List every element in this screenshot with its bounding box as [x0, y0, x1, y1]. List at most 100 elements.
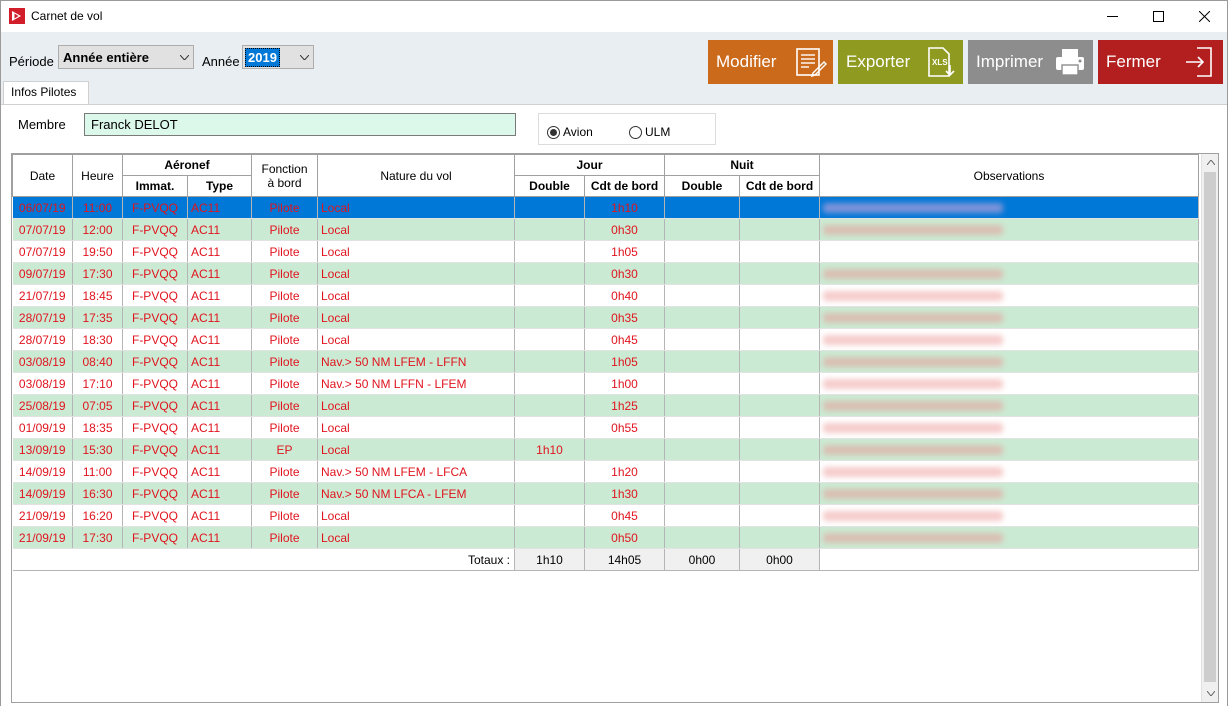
col-nuit-double[interactable]: Double: [664, 175, 740, 197]
col-fonction[interactable]: Fonction à bord: [251, 154, 318, 197]
table-row[interactable]: 21/09/19 17:30 F-PVQQ AC11 Pilote Local 0h50: [12, 526, 1199, 549]
cell-jour-cdt: 0h40: [584, 284, 665, 307]
table-row[interactable]: 06/07/19 11:00 F-PVQQ AC11 Pilote Local 1h10: [12, 196, 1199, 219]
maximize-button[interactable]: [1135, 1, 1181, 32]
redacted-observation: [823, 401, 1003, 412]
cell-nature: Local: [317, 284, 515, 307]
total-nuit-double: 0h00: [664, 548, 740, 571]
vertical-scrollbar[interactable]: [1201, 154, 1218, 702]
imprimer-button[interactable]: Imprimer: [968, 40, 1093, 84]
cell-fonction: Pilote: [251, 350, 318, 373]
col-heure[interactable]: Heure: [72, 154, 123, 197]
col-type[interactable]: Type: [187, 175, 252, 197]
table-row[interactable]: 09/07/19 17:30 F-PVQQ AC11 Pilote Local 0h30: [12, 262, 1199, 285]
radio-ulm-label: ULM: [645, 125, 671, 139]
close-window-button[interactable]: [1181, 1, 1227, 32]
cell-nuit-cdt: [739, 328, 820, 351]
cell-date: 25/08/19: [12, 394, 73, 417]
cell-jour-double: [514, 306, 585, 329]
scrollbar-thumb[interactable]: [1204, 172, 1216, 682]
cell-immat: F-PVQQ: [122, 438, 188, 461]
cell-nature: Local: [317, 438, 515, 461]
total-jour-double: 1h10: [514, 548, 585, 571]
cell-nuit-double: [664, 460, 740, 483]
cell-fonction: Pilote: [251, 262, 318, 285]
redacted-observation: [823, 313, 1003, 324]
cell-nuit-cdt: [739, 350, 820, 373]
cell-date: 07/07/19: [12, 218, 73, 241]
fermer-button[interactable]: Fermer: [1098, 40, 1223, 84]
cell-type: AC11: [187, 218, 252, 241]
col-nuit-cdt[interactable]: Cdt de bord: [739, 175, 820, 197]
cell-fonction: Pilote: [251, 240, 318, 263]
col-nature[interactable]: Nature du vol: [317, 154, 515, 197]
redacted-observation: [823, 225, 1003, 236]
table-row[interactable]: 01/09/19 18:35 F-PVQQ AC11 Pilote Local 0h55: [12, 416, 1199, 439]
edit-document-icon: [796, 48, 827, 78]
cell-jour-cdt: 1h25: [584, 394, 665, 417]
cell-observations: [819, 504, 1199, 527]
member-field[interactable]: Franck DELOT: [84, 113, 516, 136]
cell-observations: [819, 240, 1199, 263]
cell-type: AC11: [187, 482, 252, 505]
cell-observations: [819, 460, 1199, 483]
tab-infos-pilotes[interactable]: Infos Pilotes: [3, 81, 89, 104]
table-row[interactable]: 14/09/19 16:30 F-PVQQ AC11 Pilote Nav.> 50 NM…: [12, 482, 1199, 505]
redacted-observation: [823, 379, 1003, 390]
col-date[interactable]: Date: [12, 154, 73, 197]
close-icon: [1198, 11, 1210, 22]
table-row[interactable]: 28/07/19 18:30 F-PVQQ AC11 Pilote Local 0h45: [12, 328, 1199, 351]
redacted-observation: [823, 511, 1003, 522]
table-row[interactable]: 03/08/19 17:10 F-PVQQ AC11 Pilote Nav.> 50 NM…: [12, 372, 1199, 395]
cell-heure: 15:30: [72, 438, 123, 461]
table-row[interactable]: 07/07/19 12:00 F-PVQQ AC11 Pilote Local 0h30: [12, 218, 1199, 241]
cell-heure: 19:50: [72, 240, 123, 263]
cell-nature: Local: [317, 394, 515, 417]
periode-select[interactable]: Année entière: [58, 45, 194, 69]
col-observations[interactable]: Observations: [819, 154, 1199, 197]
cell-nuit-cdt: [739, 482, 820, 505]
cell-date: 01/09/19: [12, 416, 73, 439]
cell-observations: [819, 372, 1199, 395]
scroll-up-icon[interactable]: [1202, 154, 1218, 171]
main-window: Carnet de vol Période Année entière Anné…: [0, 0, 1228, 706]
table-row[interactable]: 21/07/19 18:45 F-PVQQ AC11 Pilote Local 0h40: [12, 284, 1199, 307]
table-row[interactable]: 21/09/19 16:20 F-PVQQ AC11 Pilote Local 0h45: [12, 504, 1199, 527]
redacted-observation: [823, 423, 1003, 434]
table-row[interactable]: 14/09/19 11:00 F-PVQQ AC11 Pilote Nav.> 50 NM…: [12, 460, 1199, 483]
redacted-observation: [823, 269, 1003, 280]
cell-nature: Local: [317, 262, 515, 285]
table-row[interactable]: 28/07/19 17:35 F-PVQQ AC11 Pilote Local 0h35: [12, 306, 1199, 329]
minimize-button[interactable]: [1089, 1, 1135, 32]
radio-ulm[interactable]: ULM: [629, 125, 670, 139]
cell-observations: [819, 328, 1199, 351]
member-label: Membre: [18, 117, 66, 132]
cell-jour-cdt: 1h05: [584, 350, 665, 373]
cell-jour-double: [514, 328, 585, 351]
totals-row: Totaux :1h10 14h05 0h00 0h00: [12, 548, 1199, 571]
cell-nuit-cdt: [739, 438, 820, 461]
redacted-observation: [823, 291, 1003, 302]
annee-select[interactable]: 2019: [242, 45, 314, 69]
cell-nuit-double: [664, 372, 740, 395]
col-jour-double[interactable]: Double: [514, 175, 585, 197]
cell-jour-cdt: 0h45: [584, 504, 665, 527]
cell-fonction: Pilote: [251, 394, 318, 417]
table-row[interactable]: 03/08/19 08:40 F-PVQQ AC11 Pilote Nav.> 50 NM…: [12, 350, 1199, 373]
scroll-down-icon[interactable]: [1202, 685, 1218, 702]
totals-empty-cell: [819, 548, 1199, 571]
cell-type: AC11: [187, 284, 252, 307]
cell-jour-cdt: [584, 438, 665, 461]
exporter-button[interactable]: Exporter XLS: [838, 40, 963, 84]
radio-avion[interactable]: Avion: [547, 125, 593, 139]
radio-avion-label: Avion: [563, 125, 593, 139]
table-row[interactable]: 07/07/19 19:50 F-PVQQ AC11 Pilote Local 1h05: [12, 240, 1199, 263]
col-jour-cdt[interactable]: Cdt de bord: [584, 175, 665, 197]
modifier-button[interactable]: Modifier: [708, 40, 833, 84]
col-immat[interactable]: Immat.: [122, 175, 188, 197]
cell-heure: 11:00: [72, 460, 123, 483]
table-row[interactable]: 25/08/19 07:05 F-PVQQ AC11 Pilote Local 1h25: [12, 394, 1199, 417]
cell-immat: F-PVQQ: [122, 460, 188, 483]
table-row[interactable]: 13/09/19 15:30 F-PVQQ AC11 EP Local 1h10: [12, 438, 1199, 461]
cell-heure: 08:40: [72, 350, 123, 373]
